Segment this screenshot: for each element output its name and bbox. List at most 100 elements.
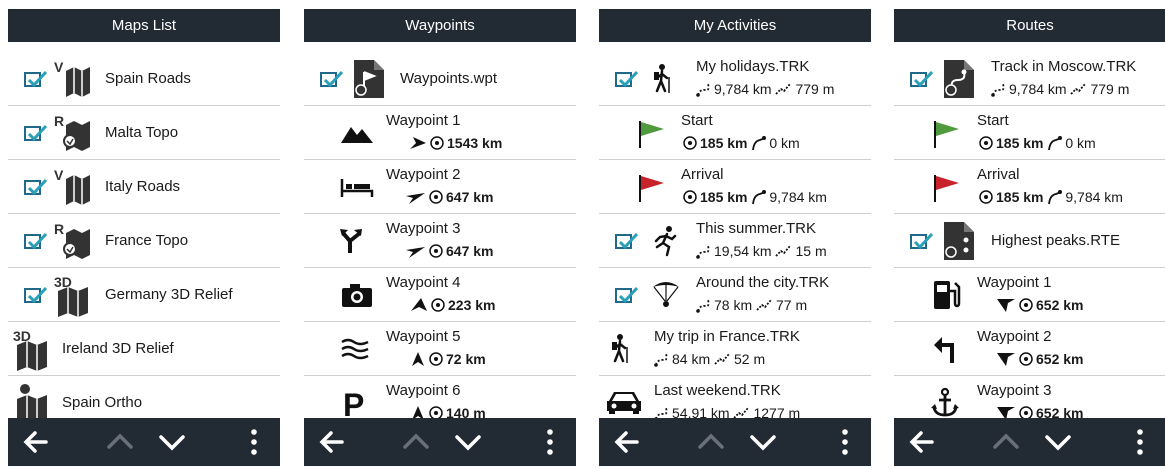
waypoint-item[interactable]: Waypoint 3 647 km xyxy=(304,215,576,268)
route-file-icon xyxy=(944,60,974,98)
route-item[interactable]: Waypoint 2 652 km xyxy=(894,323,1165,376)
elevation-gain-icon xyxy=(775,83,792,95)
route-name: Waypoint 3 xyxy=(977,382,1052,399)
activity-stats: 78 km 77 m xyxy=(696,297,807,313)
map-item[interactable]: R Malta Topo xyxy=(8,107,280,160)
route-stats: 185 km 9,784 km xyxy=(978,189,1123,205)
activity-item[interactable]: My holidays.TRK 9,784 km 779 m xyxy=(599,53,871,106)
activity-item[interactable]: Start 185 km 0 km xyxy=(599,107,871,160)
mountain-icon xyxy=(341,127,373,143)
distance-icon xyxy=(429,190,443,204)
route-item[interactable]: Arrival 185 km 9,784 km xyxy=(894,161,1165,214)
elevation-gain-icon xyxy=(775,245,792,257)
waypoint-item[interactable]: Waypoint 4 223 km xyxy=(304,269,576,322)
map-label: Italy Roads xyxy=(105,178,181,195)
map-item[interactable]: V Spain Roads xyxy=(8,53,280,106)
route-name: Waypoint 2 xyxy=(977,328,1052,345)
checkbox-checked[interactable] xyxy=(24,232,48,250)
waypoint-distance: 72 km xyxy=(410,351,486,367)
bearing-icon xyxy=(410,137,426,149)
waypoint-item[interactable]: Waypoint 5 72 km xyxy=(304,323,576,376)
distance-icon xyxy=(1019,352,1033,366)
elevation-gain-icon xyxy=(1070,83,1087,95)
bearing-icon xyxy=(997,353,1015,366)
activity-item[interactable]: Around the city.TRK 78 km 77 m xyxy=(599,269,871,322)
turn-left-icon xyxy=(934,337,954,363)
chevron-up-icon[interactable] xyxy=(697,428,725,456)
back-arrow-icon[interactable] xyxy=(22,428,50,456)
route-item[interactable]: Track in Moscow.TRK 9,784 km 779 m xyxy=(894,53,1165,106)
route-item[interactable]: Highest peaks.RTE xyxy=(894,215,1165,268)
checkbox-checked[interactable] xyxy=(615,286,639,304)
waypoint-file-item[interactable]: Waypoints.wpt xyxy=(304,53,576,106)
more-menu-icon[interactable] xyxy=(248,428,260,456)
chevron-down-icon[interactable] xyxy=(1044,428,1072,456)
bearing-icon xyxy=(997,299,1015,312)
route-stats: 652 km xyxy=(996,351,1083,367)
chevron-up-icon[interactable] xyxy=(402,428,430,456)
route-name: Start xyxy=(977,112,1009,129)
checkbox-checked[interactable] xyxy=(24,124,48,142)
waypoint-distance: 1543 km xyxy=(409,135,502,151)
waypoint-name: Waypoint 5 xyxy=(386,328,461,345)
chevron-down-icon[interactable] xyxy=(454,428,482,456)
distance-icon xyxy=(979,136,993,150)
activity-name: Start xyxy=(681,112,713,129)
map-item[interactable]: R France Topo xyxy=(8,215,280,268)
activity-name: Around the city.TRK xyxy=(696,274,830,291)
activity-item[interactable]: Arrival 185 km 9,784 km xyxy=(599,161,871,214)
track-distance-icon xyxy=(696,83,710,97)
chevron-up-icon[interactable] xyxy=(106,428,134,456)
route-stats: 652 km xyxy=(996,297,1083,313)
waypoint-name: Waypoint 2 xyxy=(386,166,461,183)
waypoint-name: Waypoint 1 xyxy=(386,112,461,129)
checkbox-checked[interactable] xyxy=(615,232,639,250)
activity-stats: 185 km 0 km xyxy=(682,135,800,151)
route-item[interactable]: Waypoint 1 652 km xyxy=(894,269,1165,322)
elevation-gain-icon xyxy=(756,299,772,311)
checkbox-checked[interactable] xyxy=(910,232,934,250)
relief-3d-map-icon: 3D xyxy=(13,328,47,371)
activity-stats: 19,54 km 15 m xyxy=(696,243,827,259)
back-arrow-icon[interactable] xyxy=(318,428,346,456)
file-label: Waypoints.wpt xyxy=(400,70,497,87)
waypoint-item[interactable]: Waypoint 2 647 km xyxy=(304,161,576,214)
track-length-icon xyxy=(1048,190,1063,205)
red-flag-icon xyxy=(639,175,664,202)
route-item[interactable]: Start 185 km 0 km xyxy=(894,107,1165,160)
route-stats: 185 km 0 km xyxy=(978,135,1096,151)
bottom-bar xyxy=(8,418,280,466)
more-menu-icon[interactable] xyxy=(839,428,851,456)
bottom-bar xyxy=(599,418,871,466)
chevron-up-icon[interactable] xyxy=(992,428,1020,456)
red-flag-icon xyxy=(934,175,959,202)
map-item[interactable]: V Italy Roads xyxy=(8,161,280,214)
more-menu-icon[interactable] xyxy=(544,428,556,456)
back-arrow-icon[interactable] xyxy=(613,428,641,456)
checkbox-checked[interactable] xyxy=(24,70,48,88)
activity-item[interactable]: This summer.TRK 19,54 km 15 m xyxy=(599,215,871,268)
waypoint-distance: 647 km xyxy=(404,243,493,259)
chevron-down-icon[interactable] xyxy=(158,428,186,456)
back-arrow-icon[interactable] xyxy=(908,428,936,456)
waypoint-item[interactable]: Waypoint 1 1543 km xyxy=(304,107,576,160)
checkbox-checked[interactable] xyxy=(320,70,344,88)
map-item[interactable]: 3D Ireland 3D Relief xyxy=(8,323,280,376)
vector-map-icon: V xyxy=(54,59,90,97)
track-distance-icon xyxy=(654,353,668,367)
waypoint-name: Waypoint 3 xyxy=(386,220,461,237)
route-name: Waypoint 1 xyxy=(977,274,1052,291)
chevron-down-icon[interactable] xyxy=(749,428,777,456)
activity-item[interactable]: My trip in France.TRK 84 km 52 m xyxy=(599,323,871,376)
checkbox-checked[interactable] xyxy=(910,70,934,88)
checkbox-checked[interactable] xyxy=(24,286,48,304)
checkbox-checked[interactable] xyxy=(615,70,639,88)
svg-text:R: R xyxy=(54,113,64,129)
more-menu-icon[interactable] xyxy=(1134,428,1146,456)
checkbox-checked[interactable] xyxy=(24,178,48,196)
route-name: Highest peaks.RTE xyxy=(991,232,1120,249)
distance-icon xyxy=(683,190,697,204)
map-item[interactable]: 3D Germany 3D Relief xyxy=(8,269,280,322)
route-points-icon xyxy=(944,222,974,260)
screen-title: Maps List xyxy=(8,9,280,42)
